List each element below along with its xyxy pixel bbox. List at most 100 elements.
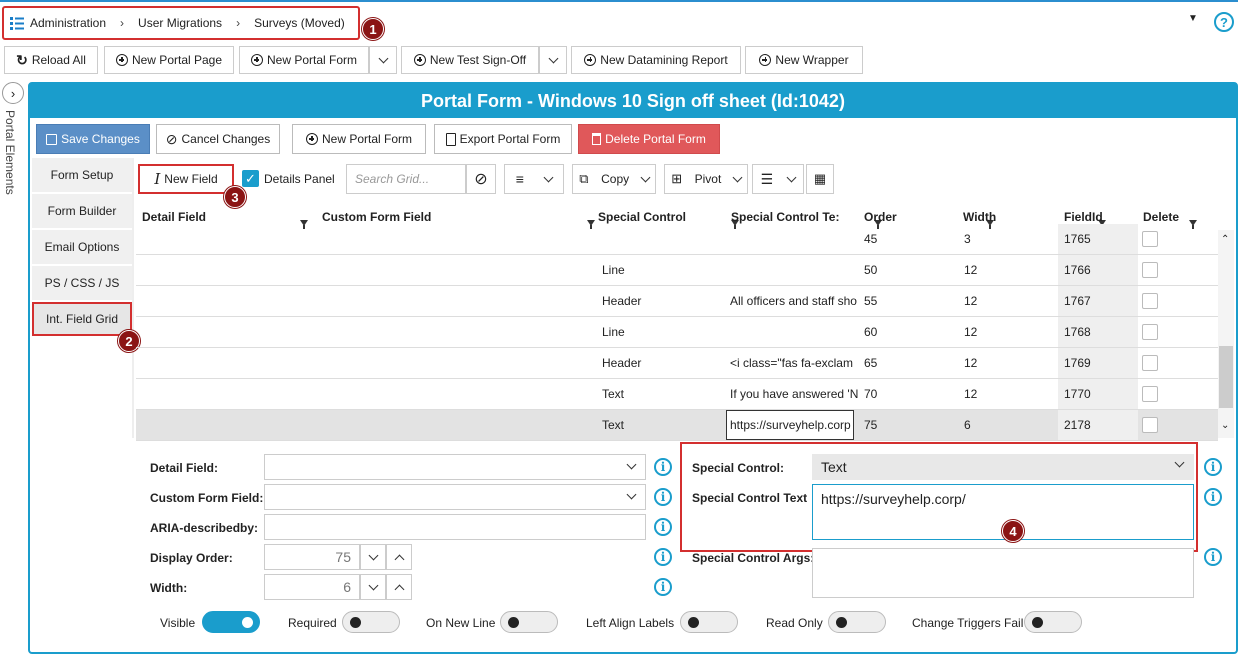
pivot-dropdown[interactable]: ⊞ Pivot: [664, 164, 748, 194]
new-portal-form-action-button[interactable]: New Portal Form: [292, 124, 426, 154]
save-changes-button[interactable]: Save Changes: [36, 124, 150, 154]
toggle-switch[interactable]: [500, 611, 558, 633]
new-datamining-report-button[interactable]: New Datamining Report: [571, 46, 741, 74]
cancel-changes-button[interactable]: ⊘ Cancel Changes: [156, 124, 280, 154]
chevron-up-icon: [394, 584, 404, 594]
details-panel-checkbox[interactable]: ✓: [242, 170, 259, 187]
scroll-up-icon[interactable]: ⌃: [1221, 234, 1229, 245]
align-dropdown[interactable]: ≡: [504, 164, 564, 194]
text-cursor-icon: I: [154, 170, 161, 188]
form-title: Portal Form - Windows 10 Sign off sheet …: [30, 84, 1236, 118]
breadcrumb-item-user-migrations[interactable]: User Migrations: [138, 16, 222, 30]
table-row[interactable]: Line 50 12 1766: [136, 255, 1218, 286]
cell-width: 12: [964, 263, 978, 277]
delete-checkbox[interactable]: [1142, 355, 1158, 371]
toggle-switch[interactable]: [828, 611, 886, 633]
width-input[interactable]: 6: [264, 574, 360, 600]
export-portal-form-button[interactable]: Export Portal Form: [434, 124, 572, 154]
new-wrapper-button[interactable]: New Wrapper: [745, 46, 863, 74]
expand-chevron-icon[interactable]: ›: [2, 82, 24, 104]
clear-search-icon[interactable]: ⊘: [466, 164, 496, 194]
portal-elements-side-tab[interactable]: › Portal Elements: [0, 80, 28, 200]
breadcrumb-item-surveys[interactable]: Surveys (Moved): [254, 16, 345, 30]
grid-columns-button[interactable]: ▦: [806, 164, 834, 194]
width-decrement[interactable]: [360, 574, 386, 600]
new-portal-form-dropdown[interactable]: [369, 46, 397, 74]
copy-dropdown[interactable]: ⧉ Copy: [572, 164, 656, 194]
aria-describedby-input[interactable]: [264, 514, 646, 540]
toggle-switch[interactable]: [1024, 611, 1082, 633]
delete-checkbox[interactable]: [1142, 324, 1158, 340]
chevron-down-icon: [548, 53, 558, 63]
new-test-signoff-button[interactable]: New Test Sign-Off: [401, 46, 539, 74]
info-icon[interactable]: i: [1204, 488, 1222, 506]
nav-email-options[interactable]: Email Options: [32, 230, 132, 264]
toggle-switch[interactable]: [202, 611, 260, 633]
export-file-icon: [445, 132, 456, 146]
delete-checkbox[interactable]: [1142, 386, 1158, 402]
table-row[interactable]: 45 3 1765: [136, 224, 1218, 255]
plus-circle-icon: [584, 54, 597, 66]
nav-int-field-grid[interactable]: Int. Field Grid: [32, 302, 132, 336]
display-order-decrement[interactable]: [360, 544, 386, 570]
cell-fieldid: 1766: [1058, 255, 1138, 285]
new-test-signoff-dropdown[interactable]: [539, 46, 567, 74]
new-portal-form-button[interactable]: New Portal Form: [239, 46, 369, 74]
width-label: Width:: [150, 581, 188, 595]
cell-width: 12: [964, 356, 978, 370]
list-view-dropdown[interactable]: ☰: [752, 164, 804, 194]
toggle-knob: [836, 617, 847, 628]
width-increment[interactable]: [386, 574, 412, 600]
portal-form-panel: Portal Form - Windows 10 Sign off sheet …: [28, 82, 1238, 654]
display-order-input[interactable]: 75: [264, 544, 360, 570]
search-grid-input[interactable]: Search Grid...: [346, 164, 466, 194]
table-row[interactable]: Header <i class="fas fa-exclam 65 12 1769: [136, 348, 1218, 379]
toggle-switch[interactable]: [342, 611, 400, 633]
table-row[interactable]: Text If you have answered 'N 70 12 1770: [136, 379, 1218, 410]
custom-form-field-select[interactable]: [264, 484, 646, 510]
cell-special: Header: [602, 294, 642, 308]
detail-field-select[interactable]: [264, 454, 646, 480]
dropdown-caret-icon[interactable]: ▼: [1188, 13, 1198, 24]
reload-all-button[interactable]: ↻ Reload All: [4, 46, 98, 74]
delete-checkbox[interactable]: [1142, 417, 1158, 433]
nav-form-builder[interactable]: Form Builder: [32, 194, 132, 228]
chevron-down-icon: [368, 580, 378, 590]
cell-fieldid: 1770: [1058, 379, 1138, 409]
delete-portal-form-button[interactable]: Delete Portal Form: [578, 124, 720, 154]
special-control-args-input[interactable]: [812, 548, 1194, 598]
table-row[interactable]: Header All officers and staff sho 55 12 1767: [136, 286, 1218, 317]
delete-checkbox[interactable]: [1142, 231, 1158, 247]
scroll-down-icon[interactable]: ⌄: [1221, 420, 1229, 431]
details-panel-label: Details Panel: [264, 172, 335, 186]
special-control-text-label: Special Control Text: [692, 491, 808, 505]
ban-icon: ⊘: [165, 130, 178, 147]
chevron-down-icon: [732, 172, 743, 182]
info-icon[interactable]: i: [654, 518, 672, 536]
info-icon[interactable]: i: [1204, 548, 1222, 566]
chevron-down-icon: [1174, 457, 1185, 468]
cell-text: <i class="fas fa-exclam: [730, 356, 853, 370]
toggle-switch[interactable]: [680, 611, 738, 633]
help-icon[interactable]: ?: [1214, 12, 1234, 32]
info-icon[interactable]: i: [654, 458, 672, 476]
new-field-button[interactable]: I New Field: [138, 164, 234, 194]
new-portal-page-button[interactable]: New Portal Page: [104, 46, 234, 74]
menu-list-icon[interactable]: [10, 16, 24, 30]
table-row[interactable]: Text https://surveyhelp.corp 75 6 2178: [136, 410, 1218, 441]
display-order-increment[interactable]: [386, 544, 412, 570]
info-icon[interactable]: i: [654, 548, 672, 566]
scroll-thumb[interactable]: [1219, 346, 1233, 408]
align-left-icon: ≡: [515, 171, 524, 187]
delete-checkbox[interactable]: [1142, 262, 1158, 278]
nav-ps-css-js[interactable]: PS / CSS / JS: [32, 266, 132, 300]
info-icon[interactable]: i: [654, 578, 672, 596]
info-icon[interactable]: i: [654, 488, 672, 506]
special-control-select[interactable]: Text: [812, 454, 1194, 480]
nav-form-setup[interactable]: Form Setup: [32, 158, 132, 192]
grid-scrollbar[interactable]: ⌃ ⌄: [1218, 230, 1234, 438]
table-row[interactable]: Line 60 12 1768: [136, 317, 1218, 348]
delete-checkbox[interactable]: [1142, 293, 1158, 309]
breadcrumb-item-administration[interactable]: Administration: [30, 16, 106, 30]
info-icon[interactable]: i: [1204, 458, 1222, 476]
